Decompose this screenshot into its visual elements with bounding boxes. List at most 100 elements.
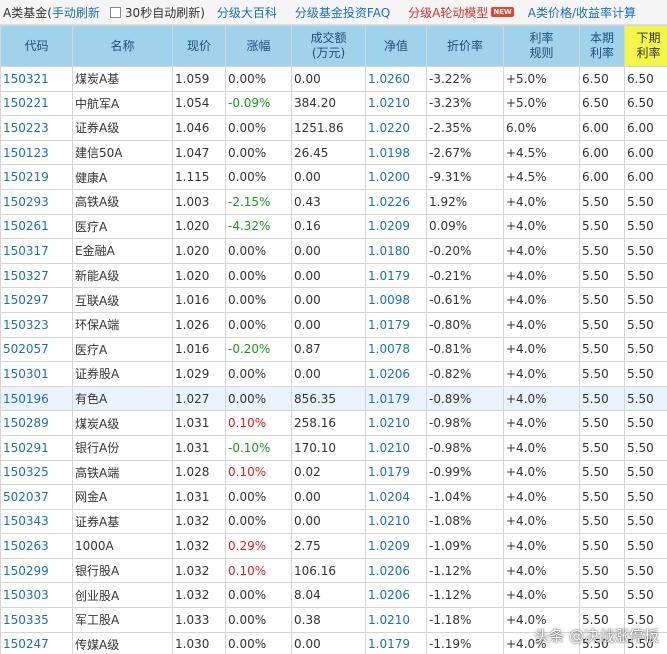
col-code-cell[interactable]: 150289: [0, 410, 73, 436]
col-code-cell[interactable]: 150335: [0, 607, 73, 633]
table-row[interactable]: 150297 互联A级 1.016 0.00% 0.00 1.0098 -0.61% +4.0…: [0, 287, 667, 313]
col-code-cell[interactable]: 150327: [0, 262, 73, 289]
col-volume-cell: 0.00: [291, 66, 366, 92]
col-price-cell: 1.047: [172, 139, 226, 166]
col-current-rate-cell: 5.50: [579, 361, 625, 387]
col-volume-cell: 0.00: [291, 311, 366, 338]
auto-refresh-label: 30秒自动刷新): [124, 5, 205, 20]
table-row[interactable]: 150343 证券A基 1.032 0.00% 0.00 1.0210 -1.08% +4.0…: [0, 508, 667, 535]
rotation-model-link[interactable]: 分级A轮动模型: [408, 4, 488, 21]
col-code-cell[interactable]: 150291: [0, 434, 73, 461]
col-rule-cell: +4.0%: [503, 188, 580, 215]
col-name-cell: E金融A: [72, 238, 173, 264]
col-current-rate-header[interactable]: 本期 利率: [579, 25, 625, 67]
table-row[interactable]: 150293 高铁A级 1.003 -2.15% 0.43 1.0226 1.92% +4.0…: [0, 188, 667, 215]
col-code-cell[interactable]: 150219: [0, 164, 73, 190]
col-change-header[interactable]: 涨幅: [225, 25, 292, 67]
table-row[interactable]: 150323 环保A端 1.026 0.00% 0.00 1.0179 -0.80% +4.0…: [0, 311, 667, 338]
table-row[interactable]: 150303 创业股A 1.032 0.00% 8.04 1.0206 -1.12% +4.0…: [0, 582, 667, 609]
col-next-rate-cell: 5.50: [624, 238, 667, 264]
col-code-cell[interactable]: 150293: [0, 188, 73, 215]
col-code-cell[interactable]: 150261: [0, 213, 73, 240]
col-code-cell[interactable]: 502057: [0, 336, 73, 363]
table-row[interactable]: 150223 证券A级 1.046 0.00% 1251.86 1.0220 -2.35% 6…: [0, 115, 667, 141]
faq-link[interactable]: 分级基金投资FAQ: [295, 4, 390, 21]
col-code-header[interactable]: 代码: [0, 25, 73, 67]
col-name-cell: 证券A级: [72, 115, 173, 141]
table-row[interactable]: 150123 建信50A 1.047 0.00% 26.45 1.0198 -2.67% +4…: [0, 139, 667, 166]
col-current-rate-cell: 5.50: [579, 336, 625, 363]
col-change-cell: 0.00%: [225, 607, 292, 633]
table-row[interactable]: 150291 银行A份 1.031 -0.10% 170.10 1.0210 -0.98% +…: [0, 434, 667, 461]
col-price-cell: 1.026: [172, 311, 226, 338]
table-row[interactable]: 150196 有色A 1.027 0.00% 856.35 1.0179 -0.89% +4.…: [0, 385, 667, 412]
col-code-cell[interactable]: 150247: [0, 631, 73, 654]
col-rule-cell: +5.0%: [503, 66, 580, 92]
col-name-cell: 建信50A: [72, 139, 173, 166]
col-discount-header[interactable]: 折价率: [426, 25, 504, 67]
col-discount-cell: -0.20%: [426, 238, 504, 264]
table-row[interactable]: 150299 银行股A 1.032 0.10% 106.16 1.0206 -1.12% +4…: [0, 557, 667, 584]
col-code-cell[interactable]: 150323: [0, 311, 73, 338]
col-nav-cell: 1.0260: [365, 66, 427, 92]
table-row[interactable]: 502037 网金A 1.031 0.00% 0.00 1.0204 -1.04% +4.0%…: [0, 484, 667, 510]
col-price-cell: 1.032: [172, 557, 226, 584]
col-code-cell[interactable]: 150123: [0, 139, 73, 166]
col-code-cell[interactable]: 150325: [0, 459, 73, 486]
col-change-cell: -4.32%: [225, 213, 292, 240]
col-nav-cell: 1.0210: [365, 508, 427, 535]
col-name-header[interactable]: 名称: [72, 25, 173, 67]
col-discount-cell: -1.04%: [426, 484, 504, 510]
col-code-cell[interactable]: 502037: [0, 484, 73, 510]
col-code-cell[interactable]: 150221: [0, 90, 73, 117]
col-nav-cell: 1.0179: [365, 262, 427, 289]
manual-refresh-link[interactable]: 手动刷新: [52, 4, 100, 21]
auto-refresh-checkbox[interactable]: [109, 6, 121, 18]
col-current-rate-cell: 6.00: [579, 139, 625, 166]
col-next-rate-cell: 5.50: [624, 188, 667, 215]
col-nav-header[interactable]: 净值: [365, 25, 427, 67]
table-row[interactable]: 150219 健康A 1.115 0.00% 0.00 1.0200 -9.31% +4.5%…: [0, 164, 667, 190]
col-next-rate-header[interactable]: 下期 利率: [624, 25, 667, 67]
col-code-cell[interactable]: 150343: [0, 508, 73, 535]
col-price-cell: 1.029: [172, 361, 226, 387]
table-row[interactable]: 150317 E金融A 1.020 0.00% 0.00 1.0180 -0.20% +4.0…: [0, 238, 667, 264]
col-volume-cell: 0.16: [291, 213, 366, 240]
col-rule-cell: +4.0%: [503, 311, 580, 338]
table-row[interactable]: 150327 新能A级 1.020 0.00% 0.00 1.0179 -0.21% +4.0…: [0, 262, 667, 289]
col-price-header[interactable]: 现价: [172, 25, 226, 67]
col-code-cell[interactable]: 150196: [0, 385, 73, 412]
col-change-cell: 0.00%: [225, 115, 292, 141]
col-code-cell[interactable]: 150299: [0, 557, 73, 584]
encyclopedia-link[interactable]: 分级大百科: [217, 4, 277, 21]
col-code-cell[interactable]: 150301: [0, 361, 73, 387]
col-code-cell[interactable]: 150303: [0, 582, 73, 609]
col-current-rate-cell: 6.50: [579, 66, 625, 92]
table-row[interactable]: 502057 医疗A 1.016 -0.20% 0.87 1.0078 -0.81% +4.0…: [0, 336, 667, 363]
calculator-link[interactable]: A类价格/收益率计算: [528, 4, 636, 21]
table-row[interactable]: 150325 高铁A端 1.028 0.10% 0.02 1.0179 -0.99% +4.0…: [0, 459, 667, 486]
table-row[interactable]: 150321 煤炭A基 1.059 0.00% 0.00 1.0260 -3.22% +5.0…: [0, 66, 667, 92]
col-next-rate-cell: 5.50: [624, 385, 667, 412]
new-badge: NEW: [491, 7, 514, 17]
col-rule-cell: +4.0%: [503, 238, 580, 264]
col-volume-header[interactable]: 成交额 (万元): [291, 25, 366, 67]
table-row[interactable]: 150289 煤炭A级 1.031 0.10% 258.16 1.0210 -0.98% +4…: [0, 410, 667, 436]
table-row[interactable]: 150221 中航军A 1.054 -0.09% 384.20 1.0210 -3.23% +…: [0, 90, 667, 117]
fund-table-container: 代码 名称 现价 涨幅 成交额 (万元) 净值 折价率 利率 规则 本期 利率 下期 利率 150321 煤…: [0, 25, 667, 654]
col-volume-cell: 0.00: [291, 262, 366, 289]
col-code-cell[interactable]: 150223: [0, 115, 73, 141]
col-rule-cell: +4.0%: [503, 557, 580, 584]
col-code-cell[interactable]: 150297: [0, 287, 73, 313]
col-volume-cell: 384.20: [291, 90, 366, 117]
col-price-cell: 1.054: [172, 90, 226, 117]
col-rule-header[interactable]: 利率 规则: [503, 25, 580, 67]
col-code-cell[interactable]: 150263: [0, 533, 73, 559]
table-row[interactable]: 150301 证券股A 1.029 0.00% 0.00 1.0206 -0.82% +4.0…: [0, 361, 667, 387]
table-row[interactable]: 150261 医疗A 1.020 -4.32% 0.16 1.0209 0.09% +4.0%…: [0, 213, 667, 240]
col-code-cell[interactable]: 150317: [0, 238, 73, 264]
col-name-cell: 互联A级: [72, 287, 173, 313]
col-code-cell[interactable]: 150321: [0, 66, 73, 92]
col-rule-cell: +4.0%: [503, 484, 580, 510]
table-row[interactable]: 150263 1000A 1.032 0.29% 2.75 1.0209 -1.09% +4.…: [0, 533, 667, 559]
